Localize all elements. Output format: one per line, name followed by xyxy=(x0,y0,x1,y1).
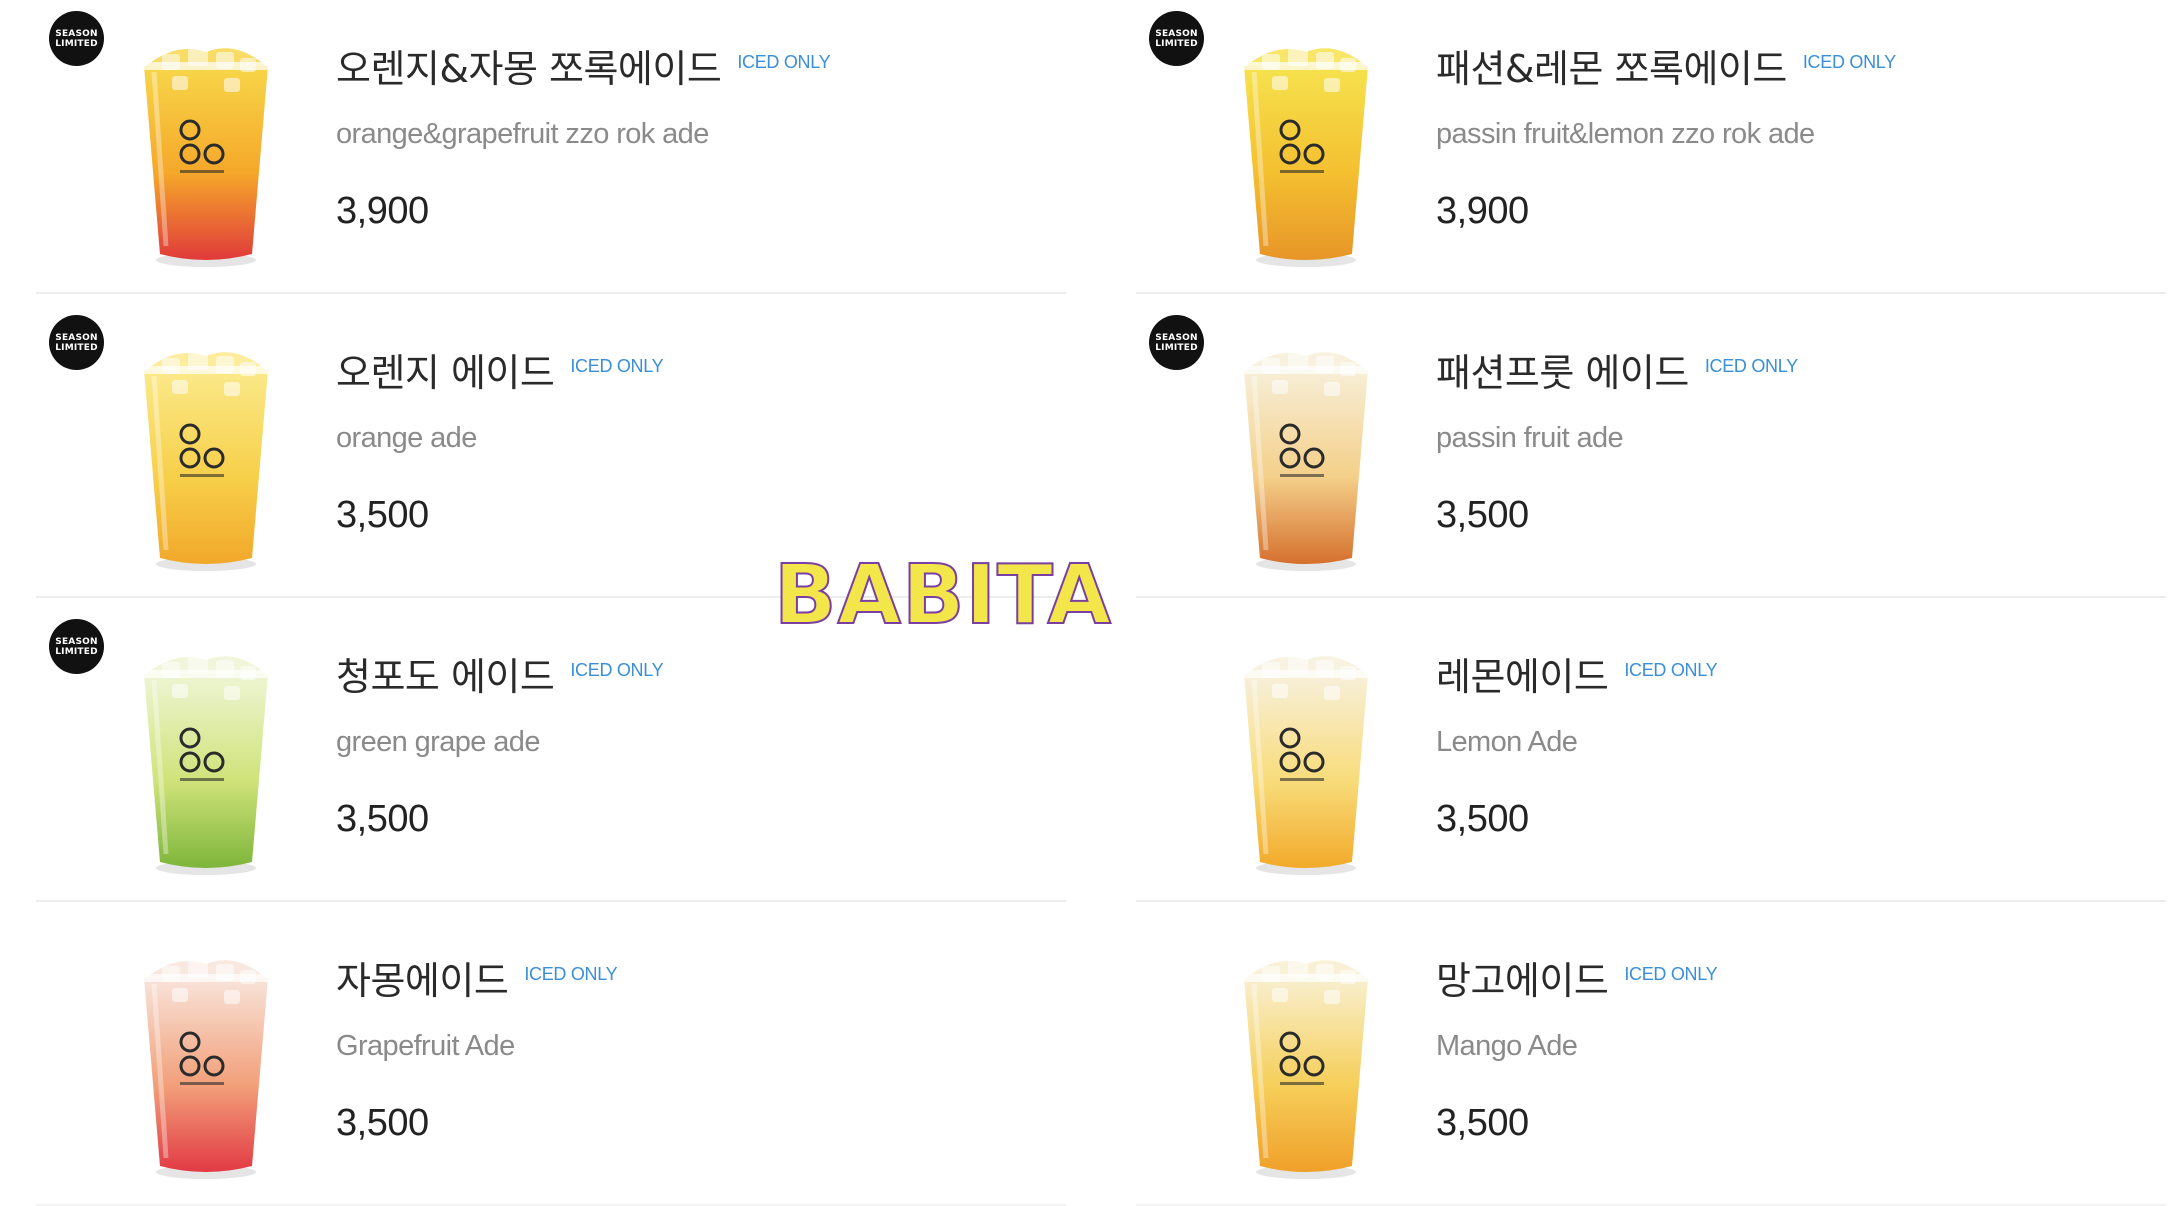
name-row: 오렌지&자몽 쪼록에이드 ICED ONLY xyxy=(336,46,831,92)
drink-image xyxy=(1206,944,1406,1184)
drink-name-english: Grapefruit Ade xyxy=(336,1030,515,1062)
menu-item-orange-grapefruit-zzorok-ade[interactable]: SEASON LIMITED 오렌지&자몽 쪼록에이드 ICED ONLY ora… xyxy=(36,4,1066,294)
menu-item-grapefruit-ade[interactable]: 자몽에이드 ICED ONLY Grapefruit Ade 3,500 xyxy=(36,916,1066,1206)
drink-price: 3,500 xyxy=(1436,1102,1529,1144)
drink-name-korean: 레몬에이드 xyxy=(1436,655,1609,699)
drink-image xyxy=(106,944,306,1184)
iced-only-label: ICED ONLY xyxy=(524,964,618,984)
menu-item-mango-ade[interactable]: 망고에이드 ICED ONLY Mango Ade 3,500 xyxy=(1136,916,2166,1206)
drink-name-korean: 오렌지 에이드 xyxy=(336,351,555,395)
drink-name-korean: 패션&레몬 쪼록에이드 xyxy=(1436,47,1787,91)
drink-name-korean: 패션프룻 에이드 xyxy=(1436,351,1689,395)
iced-only-label: ICED ONLY xyxy=(1802,52,1896,72)
drink-price: 3,500 xyxy=(336,798,429,840)
iced-only-label: ICED ONLY xyxy=(1624,660,1718,680)
drink-name-english: Lemon Ade xyxy=(1436,726,1578,758)
menu-item-passion-fruit-ade[interactable]: SEASON LIMITED 패션프룻 에이드 ICED ONLY passin … xyxy=(1136,308,2166,598)
name-row: 망고에이드 ICED ONLY xyxy=(1436,958,1718,1004)
drink-name-korean: 오렌지&자몽 쪼록에이드 xyxy=(336,47,722,91)
season-limited-badge: SEASON LIMITED xyxy=(49,11,104,66)
babita-watermark: BABITA xyxy=(773,547,1113,644)
drink-name-english: Mango Ade xyxy=(1436,1030,1578,1062)
season-limited-badge: SEASON LIMITED xyxy=(1149,315,1204,370)
name-row: 패션&레몬 쪼록에이드 ICED ONLY xyxy=(1436,46,1896,92)
drink-name-korean: 망고에이드 xyxy=(1436,959,1609,1003)
drink-price: 3,500 xyxy=(336,1102,429,1144)
drink-name-english: passin fruit ade xyxy=(1436,422,1624,454)
iced-only-label: ICED ONLY xyxy=(1704,356,1798,376)
iced-only-label: ICED ONLY xyxy=(570,660,664,680)
menu-item-lemon-ade[interactable]: 레몬에이드 ICED ONLY Lemon Ade 3,500 xyxy=(1136,612,2166,902)
season-limited-badge: SEASON LIMITED xyxy=(49,315,104,370)
drink-image xyxy=(1206,336,1406,576)
menu-item-passion-lemon-zzorok-ade[interactable]: SEASON LIMITED 패션&레몬 쪼록에이드 ICED ONLY pass… xyxy=(1136,4,2166,294)
menu-item-green-grape-ade[interactable]: SEASON LIMITED 청포도 에이드 ICED ONLY green gr… xyxy=(36,612,1066,902)
drink-price: 3,500 xyxy=(1436,798,1529,840)
drink-image xyxy=(106,336,306,576)
drink-name-english: orange ade xyxy=(336,422,477,454)
drink-price: 3,900 xyxy=(336,190,429,232)
drink-image xyxy=(106,32,306,272)
drink-price: 3,500 xyxy=(336,494,429,536)
drink-name-english: green grape ade xyxy=(336,726,540,758)
season-limited-badge: SEASON LIMITED xyxy=(1149,11,1204,66)
name-row: 패션프룻 에이드 ICED ONLY xyxy=(1436,350,1798,396)
drink-name-english: passin fruit&lemon zzo rok ade xyxy=(1436,118,1815,150)
iced-only-label: ICED ONLY xyxy=(737,52,831,72)
drink-name-korean: 청포도 에이드 xyxy=(336,655,555,699)
drink-name-korean: 자몽에이드 xyxy=(336,959,509,1003)
name-row: 오렌지 에이드 ICED ONLY xyxy=(336,350,664,396)
iced-only-label: ICED ONLY xyxy=(570,356,664,376)
drink-image xyxy=(1206,32,1406,272)
iced-only-label: ICED ONLY xyxy=(1624,964,1718,984)
drink-price: 3,900 xyxy=(1436,190,1529,232)
drink-image xyxy=(1206,640,1406,880)
drink-name-english: orange&grapefruit zzo rok ade xyxy=(336,118,709,150)
drink-price: 3,500 xyxy=(1436,494,1529,536)
drink-image xyxy=(106,640,306,880)
name-row: 자몽에이드 ICED ONLY xyxy=(336,958,618,1004)
name-row: 레몬에이드 ICED ONLY xyxy=(1436,654,1718,700)
season-limited-badge: SEASON LIMITED xyxy=(49,619,104,674)
name-row: 청포도 에이드 ICED ONLY xyxy=(336,654,664,700)
